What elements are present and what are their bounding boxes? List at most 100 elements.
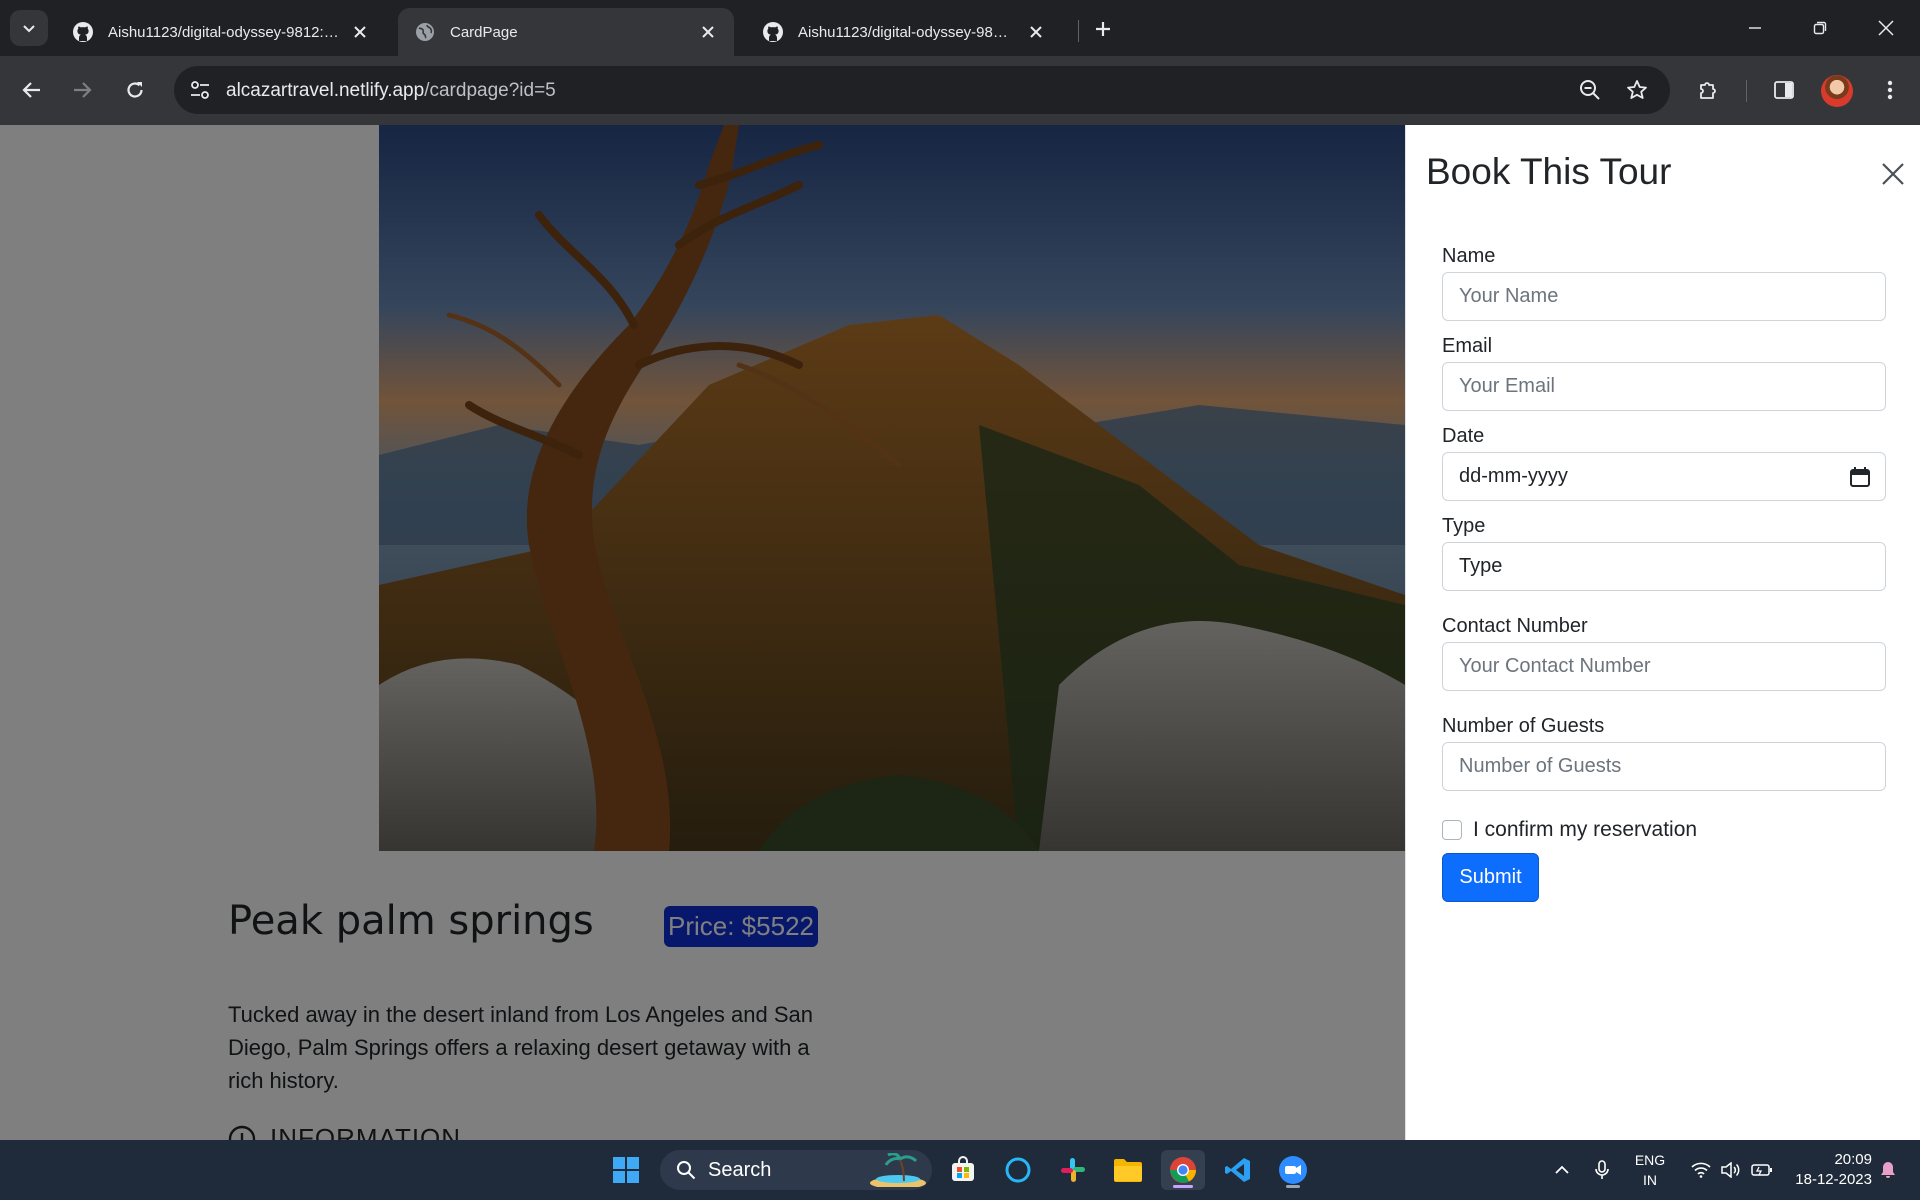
extensions-button[interactable] <box>1688 70 1728 110</box>
tab-github-2[interactable]: Aishu1123/digital-odyssey-9812: Abo <box>746 8 1062 56</box>
plus-icon <box>1096 22 1110 36</box>
taskbar-chrome[interactable] <box>1161 1150 1205 1190</box>
close-icon[interactable] <box>348 20 372 44</box>
github-icon <box>762 21 784 43</box>
arrow-right-icon <box>74 82 92 98</box>
taskbar-file-explorer[interactable] <box>1106 1150 1150 1190</box>
browser-toolbar: alcazartravel.netlify.app/cardpage?id=5 <box>0 56 1920 125</box>
side-panel-icon <box>1774 81 1794 99</box>
taskbar-search-label: Search <box>708 1158 772 1181</box>
contact-label: Contact Number <box>1442 615 1588 637</box>
url-text: alcazartravel.netlify.app/cardpage?id=5 <box>226 80 556 102</box>
address-bar[interactable]: alcazartravel.netlify.app/cardpage?id=5 <box>174 66 1670 114</box>
more-vert-icon <box>1887 80 1893 100</box>
submit-button[interactable]: Submit <box>1442 853 1539 902</box>
windows-taskbar: Search ENG IN 20:09 18-12-2023 <box>0 1140 1920 1200</box>
type-select[interactable]: Type <box>1442 542 1886 591</box>
back-button[interactable] <box>12 70 52 110</box>
calendar-icon[interactable] <box>1849 466 1871 488</box>
confirm-checkbox[interactable] <box>1442 820 1462 840</box>
confirm-row: I confirm my reservation <box>1442 818 1697 842</box>
vscode-icon <box>1225 1158 1250 1182</box>
search-icon <box>677 1161 696 1180</box>
close-icon[interactable] <box>696 20 720 44</box>
beach-illustration-icon <box>870 1153 926 1187</box>
zoom-app-icon <box>1279 1156 1307 1184</box>
zoom-out-icon <box>1580 80 1600 100</box>
offcanvas-close-button[interactable] <box>1876 157 1910 191</box>
battery-icon <box>1751 1164 1772 1176</box>
booking-offcanvas: Book This Tour Name Email Date dd-mm-yyy… <box>1405 125 1920 1140</box>
volume-icon <box>1721 1162 1740 1178</box>
restore-button[interactable] <box>1796 8 1844 48</box>
input-language-code: ENG <box>1634 1152 1666 1168</box>
active-indicator <box>1173 1185 1193 1188</box>
guests-input[interactable] <box>1442 742 1886 791</box>
toolbar-divider <box>1746 80 1747 102</box>
url-host: alcazartravel.netlify.app <box>226 80 425 101</box>
tab-cardpage[interactable]: CardPage <box>398 8 734 56</box>
reload-icon <box>127 82 143 98</box>
start-button[interactable] <box>604 1150 648 1190</box>
clock-date: 18-12-2023 <box>1795 1171 1872 1188</box>
name-input[interactable] <box>1442 272 1886 321</box>
close-icon <box>1882 163 1904 185</box>
new-tab-button[interactable] <box>1086 12 1120 46</box>
puzzle-icon <box>1700 82 1716 99</box>
tray-overflow-button[interactable] <box>1548 1140 1576 1200</box>
tab-title: Aishu1123/digital-odyssey-9812: Abo <box>108 23 340 41</box>
clock-time: 20:09 <box>1834 1151 1872 1168</box>
tab-search-button[interactable] <box>10 10 48 46</box>
taskbar-vscode[interactable] <box>1216 1150 1260 1190</box>
forward-button[interactable] <box>62 70 102 110</box>
tray-quick-settings[interactable] <box>1684 1140 1780 1200</box>
confirm-label[interactable]: I confirm my reservation <box>1473 818 1697 842</box>
slack-icon <box>1061 1158 1085 1182</box>
guests-label: Number of Guests <box>1442 715 1605 737</box>
reload-button[interactable] <box>115 70 155 110</box>
input-language[interactable]: ENG IN <box>1630 1150 1670 1190</box>
close-icon[interactable] <box>1024 20 1048 44</box>
contact-number-input[interactable] <box>1442 642 1886 691</box>
date-input[interactable]: dd-mm-yyyy <box>1442 452 1886 501</box>
taskbar-search[interactable]: Search <box>660 1150 932 1190</box>
chevron-up-icon <box>1555 1165 1569 1174</box>
restore-icon <box>1813 21 1827 35</box>
offcanvas-backdrop[interactable] <box>0 125 1405 1140</box>
taskbar-store[interactable] <box>941 1150 985 1190</box>
zoom-button[interactable] <box>1570 70 1610 110</box>
tab-separator <box>1078 20 1079 42</box>
profile-avatar[interactable] <box>1821 75 1853 107</box>
cortana-icon <box>1005 1157 1031 1183</box>
tab-github-1[interactable]: Aishu1123/digital-odyssey-9812: Abo <box>56 8 386 56</box>
tab-strip: Aishu1123/digital-odyssey-9812: Abo Card… <box>0 0 1920 56</box>
wifi-icon <box>1691 1162 1711 1178</box>
url-path: /cardpage?id=5 <box>424 80 556 101</box>
minimize-button[interactable] <box>1731 8 1779 48</box>
menu-button[interactable] <box>1870 70 1910 110</box>
star-icon <box>1627 80 1647 99</box>
date-label: Date <box>1442 425 1485 447</box>
taskbar-clock[interactable]: 20:09 18-12-2023 <box>1780 1150 1872 1190</box>
email-label: Email <box>1442 335 1493 357</box>
taskbar-cortana[interactable] <box>996 1150 1040 1190</box>
email-input[interactable] <box>1442 362 1886 411</box>
github-icon <box>72 21 94 43</box>
type-selected-value: Type <box>1459 555 1503 577</box>
taskbar-slack[interactable] <box>1051 1150 1095 1190</box>
notification-bell[interactable] <box>1876 1140 1900 1200</box>
offcanvas-title: Book This Tour <box>1426 151 1672 192</box>
bookmark-button[interactable] <box>1617 70 1657 110</box>
page-viewport: Peak palm springs Price: $5522 Tucked aw… <box>0 125 1920 1140</box>
side-panel-button[interactable] <box>1764 70 1804 110</box>
taskbar-zoom[interactable] <box>1271 1150 1315 1190</box>
site-info-icon[interactable] <box>184 74 216 106</box>
close-window-button[interactable] <box>1862 8 1910 48</box>
tray-microphone[interactable] <box>1590 1140 1614 1200</box>
tab-title: CardPage <box>450 23 518 41</box>
date-value: dd-mm-yyyy <box>1459 465 1568 487</box>
type-label: Type <box>1442 515 1486 537</box>
folder-icon <box>1114 1159 1142 1182</box>
active-indicator <box>1286 1185 1300 1188</box>
globe-icon <box>414 21 436 43</box>
